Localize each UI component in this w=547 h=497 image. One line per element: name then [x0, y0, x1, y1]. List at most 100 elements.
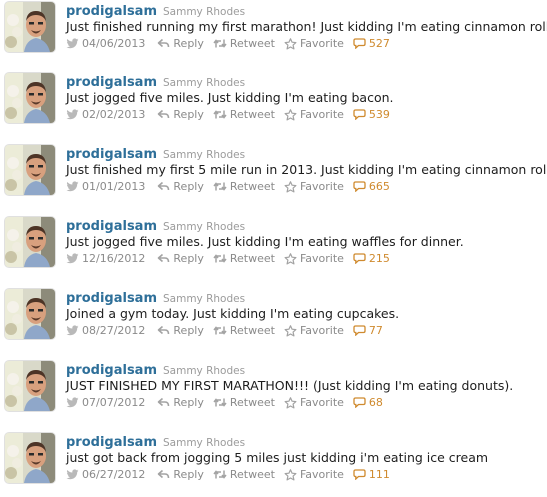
avatar[interactable]: [5, 217, 55, 267]
reply-button[interactable]: Reply: [157, 107, 204, 122]
reply-label: Reply: [173, 180, 204, 193]
tweet-item: prodigalsam Sammy Rhodes Just jogged five …: [0, 73, 547, 137]
reply-arrow-icon: [157, 253, 173, 264]
reply-arrow-icon: [157, 469, 173, 480]
favorite-button[interactable]: Favorite: [284, 107, 344, 122]
username-link[interactable]: prodigalsam: [66, 147, 157, 162]
reply-button[interactable]: Reply: [157, 395, 204, 410]
reply-button[interactable]: Reply: [157, 467, 204, 482]
favorite-button[interactable]: Favorite: [284, 251, 344, 266]
username-link[interactable]: prodigalsam: [66, 363, 157, 378]
comment-count: 215: [368, 252, 390, 265]
avatar[interactable]: [5, 289, 55, 339]
tweet-date-link[interactable]: 04/06/2013: [66, 36, 145, 51]
full-name: Sammy Rhodes: [163, 221, 246, 233]
username-link[interactable]: prodigalsam: [66, 435, 157, 450]
reply-button[interactable]: Reply: [157, 323, 204, 338]
avatar[interactable]: [5, 2, 55, 52]
retweet-label: Retweet: [229, 37, 275, 50]
username-link[interactable]: prodigalsam: [66, 291, 157, 306]
comments-link[interactable]: 527: [353, 36, 390, 51]
favorite-button[interactable]: Favorite: [284, 467, 344, 482]
tweet-actions: 12/16/2012 Reply Retweet Favorite 215: [66, 251, 399, 266]
username-link[interactable]: prodigalsam: [66, 75, 157, 90]
retweet-icon: [213, 181, 230, 192]
tweet-date-link[interactable]: 02/02/2013: [66, 107, 145, 122]
tweet-date-link[interactable]: 01/01/2013: [66, 179, 145, 194]
reply-arrow-icon: [157, 181, 173, 192]
retweet-button[interactable]: Retweet: [213, 179, 275, 194]
favorite-button[interactable]: Favorite: [284, 179, 344, 194]
retweet-label: Retweet: [229, 180, 275, 193]
speech-bubble-icon: [353, 253, 369, 264]
comments-link[interactable]: 665: [353, 179, 390, 194]
retweet-button[interactable]: Retweet: [213, 251, 275, 266]
tweet-date: 02/02/2013: [82, 108, 146, 121]
full-name: Sammy Rhodes: [163, 6, 246, 18]
avatar[interactable]: [5, 433, 55, 483]
comments-link[interactable]: 68: [353, 395, 383, 410]
retweet-button[interactable]: Retweet: [213, 107, 275, 122]
comment-count: 68: [368, 396, 383, 409]
tweet-text: Just jogged five miles. Just kidding I'm…: [66, 90, 394, 105]
tweet-date-link[interactable]: 07/07/2012: [66, 395, 145, 410]
tweet-text: Just jogged five miles. Just kidding I'm…: [66, 234, 464, 249]
reply-label: Reply: [173, 396, 204, 409]
comments-link[interactable]: 77: [353, 323, 383, 338]
retweet-label: Retweet: [229, 324, 275, 337]
comments-link[interactable]: 215: [353, 251, 390, 266]
retweet-button[interactable]: Retweet: [213, 323, 275, 338]
retweet-button[interactable]: Retweet: [213, 36, 275, 51]
retweet-icon: [213, 253, 230, 264]
reply-button[interactable]: Reply: [157, 251, 204, 266]
favorite-button[interactable]: Favorite: [284, 36, 344, 51]
tweet-date-link[interactable]: 08/27/2012: [66, 323, 145, 338]
retweet-icon: [213, 397, 230, 408]
tweet-date-link[interactable]: 06/27/2012: [66, 467, 145, 482]
retweet-label: Retweet: [229, 108, 275, 121]
retweet-icon: [213, 109, 230, 120]
favorite-button[interactable]: Favorite: [284, 323, 344, 338]
reply-button[interactable]: Reply: [157, 179, 204, 194]
tweet-date-link[interactable]: 12/16/2012: [66, 251, 145, 266]
tweet-date: 01/01/2013: [82, 180, 146, 193]
twitter-bird-icon: [66, 253, 82, 264]
avatar[interactable]: [5, 73, 55, 123]
reply-label: Reply: [173, 108, 204, 121]
tweet-text: just got back from jogging 5 miles just …: [66, 450, 489, 465]
star-outline-icon: [284, 324, 300, 337]
favorite-label: Favorite: [299, 252, 344, 265]
retweet-icon: [213, 469, 230, 480]
twitter-bird-icon: [66, 38, 82, 49]
tweet-text: Joined a gym today. Just kidding I'm eat…: [66, 306, 400, 321]
comments-link[interactable]: 539: [353, 107, 390, 122]
retweet-label: Retweet: [229, 396, 275, 409]
favorite-button[interactable]: Favorite: [284, 395, 344, 410]
full-name: Sammy Rhodes: [163, 77, 246, 89]
favorite-label: Favorite: [299, 180, 344, 193]
tweet-date: 07/07/2012: [82, 396, 146, 409]
reply-label: Reply: [173, 252, 204, 265]
comment-count: 527: [368, 37, 390, 50]
username-link[interactable]: prodigalsam: [66, 4, 157, 19]
tweet-actions: 08/27/2012 Reply Retweet Favorite 77: [66, 323, 392, 338]
full-name: Sammy Rhodes: [163, 437, 246, 449]
avatar[interactable]: [5, 145, 55, 195]
avatar[interactable]: [5, 361, 55, 411]
comment-count: 665: [368, 180, 390, 193]
speech-bubble-icon: [353, 181, 369, 192]
tweet-actions: 06/27/2012 Reply Retweet Favorite 111: [66, 467, 399, 482]
favorite-label: Favorite: [299, 324, 344, 337]
reply-label: Reply: [173, 468, 204, 481]
reply-button[interactable]: Reply: [157, 36, 204, 51]
retweet-button[interactable]: Retweet: [213, 395, 275, 410]
star-outline-icon: [284, 396, 300, 409]
retweet-button[interactable]: Retweet: [213, 467, 275, 482]
speech-bubble-icon: [353, 325, 369, 336]
reply-arrow-icon: [157, 109, 173, 120]
full-name: Sammy Rhodes: [163, 293, 246, 305]
username-link[interactable]: prodigalsam: [66, 219, 157, 234]
comments-link[interactable]: 111: [353, 467, 390, 482]
tweet-text: Just finished my first 5 mile run in 201…: [66, 162, 547, 177]
tweet-item: prodigalsam Sammy Rhodes just got back fro…: [0, 433, 547, 497]
